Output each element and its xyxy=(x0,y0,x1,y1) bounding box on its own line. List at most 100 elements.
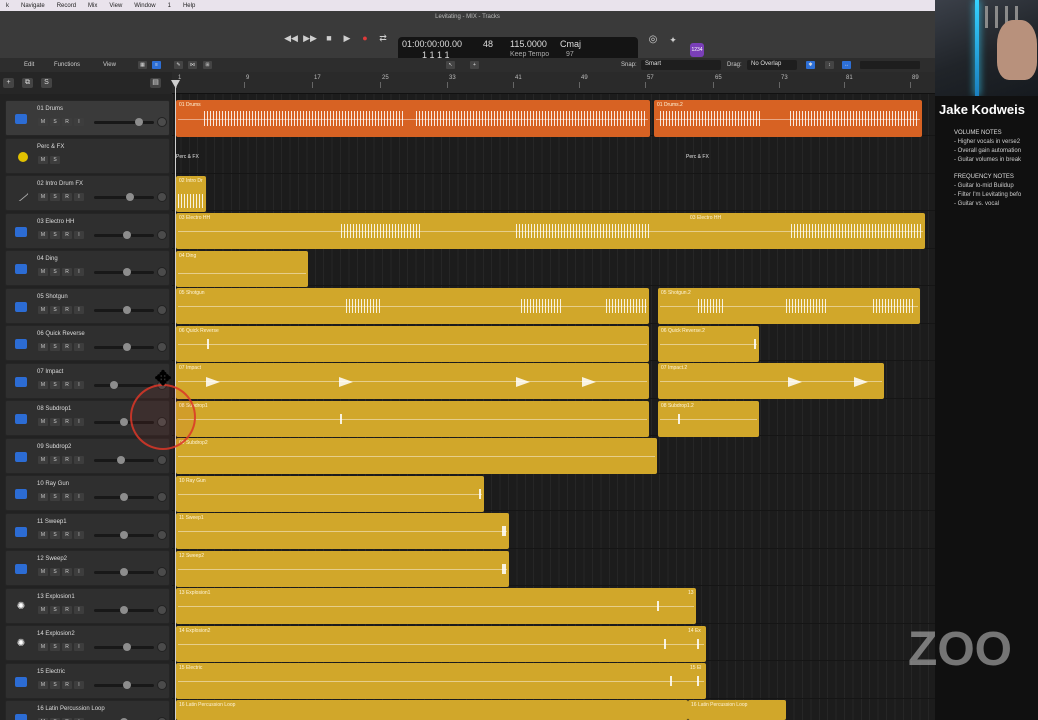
track-name[interactable]: 02 Intro Drum FX xyxy=(37,181,83,187)
solo-button[interactable]: S xyxy=(50,568,60,576)
record-enable-button[interactable]: R xyxy=(62,568,72,576)
fader-knob[interactable] xyxy=(120,418,128,426)
solo-button[interactable]: S xyxy=(50,118,60,126)
mute-button[interactable]: M xyxy=(38,305,48,314)
menu-window[interactable]: Window xyxy=(128,3,161,9)
record-enable-button[interactable]: R xyxy=(62,230,72,239)
track-name[interactable]: 06 Quick Reverse xyxy=(37,331,85,337)
stop-icon[interactable]: ■ xyxy=(322,32,336,44)
input-monitor-button[interactable]: I xyxy=(74,643,84,651)
volume-fader[interactable] xyxy=(94,230,154,239)
global-tracks-s-icon[interactable]: S xyxy=(41,78,52,88)
record-enable-button[interactable]: R xyxy=(62,680,72,689)
record-enable-button[interactable]: R xyxy=(62,605,72,614)
track-header[interactable]: 01 Drums M S R I xyxy=(5,100,170,136)
region-sweep2[interactable]: 12 Sweep2 xyxy=(176,551,509,587)
input-monitor-button[interactable]: I xyxy=(74,493,84,501)
waveform-zoom-icon[interactable]: ↕ xyxy=(825,61,834,69)
fader-knob[interactable] xyxy=(120,493,128,501)
input-monitor-button[interactable]: I xyxy=(74,268,84,276)
input-monitor-button[interactable]: I xyxy=(74,680,84,689)
record-icon[interactable]: ● xyxy=(358,32,372,44)
fader-knob[interactable] xyxy=(120,530,128,539)
volume-fader[interactable] xyxy=(94,193,154,201)
menu-record[interactable]: Record xyxy=(51,3,82,9)
record-enable-button[interactable]: R xyxy=(62,305,72,314)
volume-fader[interactable] xyxy=(94,643,154,651)
mute-button[interactable]: M xyxy=(38,380,48,389)
region-subdrop2[interactable]: 09 Subdrop2 xyxy=(176,438,657,474)
volume-fader[interactable] xyxy=(94,605,154,614)
pan-knob[interactable] xyxy=(157,267,167,277)
solo-button[interactable]: S xyxy=(50,155,60,164)
pan-knob[interactable] xyxy=(157,492,167,502)
mute-button[interactable]: M xyxy=(38,230,48,239)
catch-icon[interactable]: ⊞ xyxy=(203,61,212,69)
volume-fader[interactable] xyxy=(94,493,154,501)
key-signature[interactable]: Cmaj xyxy=(560,39,581,49)
region-electro-hh[interactable]: 03 Electro HH 03 Electro HH xyxy=(176,213,925,249)
track-name[interactable]: 13 Explosion1 xyxy=(37,594,75,600)
track-name[interactable]: 14 Explosion2 xyxy=(37,631,75,637)
mute-button[interactable]: M xyxy=(38,493,48,501)
fader-knob[interactable] xyxy=(122,305,131,314)
track-header[interactable]: Perc & FX M S xyxy=(5,137,170,174)
bar-ruler[interactable]: 1 9 17 25 33 41 49 57 65 73 81 89 xyxy=(172,72,935,94)
track-header[interactable]: 06 Quick Reverse M S R I xyxy=(5,325,170,361)
track-header[interactable]: 04 Ding M S R I xyxy=(5,250,170,286)
rewind-icon[interactable]: ◀◀ xyxy=(284,32,298,44)
horizontal-zoom-icon[interactable]: ↔ xyxy=(842,61,851,69)
input-monitor-button[interactable]: I xyxy=(74,605,84,614)
solo-button[interactable]: S xyxy=(50,230,60,239)
track-name[interactable]: 16 Latin Percussion Loop xyxy=(37,706,105,712)
menu-view[interactable]: View xyxy=(103,3,128,9)
zoom-slider[interactable] xyxy=(860,61,920,69)
solo-button[interactable]: S xyxy=(50,305,60,314)
duplicate-track-icon[interactable]: ⧉ xyxy=(22,78,33,88)
record-enable-button[interactable]: R xyxy=(62,493,72,501)
track-name[interactable]: 03 Electro HH xyxy=(37,219,74,225)
fader-knob[interactable] xyxy=(122,230,131,239)
input-monitor-button[interactable]: I xyxy=(74,530,84,539)
input-monitor-button[interactable]: I xyxy=(74,193,84,201)
record-enable-button[interactable]: R xyxy=(62,343,72,351)
mute-button[interactable]: M xyxy=(38,193,48,201)
record-enable-button[interactable]: R xyxy=(62,380,72,389)
solo-button[interactable]: S xyxy=(50,605,60,614)
solo-button[interactable]: S xyxy=(50,643,60,651)
track-header[interactable]: 10 Ray Gun M S R I xyxy=(5,475,170,511)
track-header[interactable]: 15 Electric M S R I xyxy=(5,662,170,699)
solo-button[interactable]: S xyxy=(50,343,60,351)
metronome-icon[interactable]: ◎ xyxy=(646,34,660,46)
track-options-icon[interactable]: ▤ xyxy=(150,78,161,88)
mute-button[interactable]: M xyxy=(38,530,48,539)
volume-fader[interactable] xyxy=(94,118,154,126)
volume-fader[interactable] xyxy=(94,568,154,576)
menu-navigate[interactable]: Navigate xyxy=(15,3,51,9)
track-name[interactable]: 01 Drums xyxy=(37,106,63,112)
track-name[interactable]: 04 Ding xyxy=(37,256,58,262)
track-name[interactable]: 09 Subdrop2 xyxy=(37,444,71,450)
snap-dropdown[interactable]: Smart xyxy=(641,60,721,70)
region-impact-2[interactable]: 07 Impact.2 xyxy=(658,363,884,399)
pan-knob[interactable] xyxy=(157,117,167,127)
region-subdrop1[interactable]: 08 Subdrop1 xyxy=(176,401,649,437)
flex-icon[interactable]: ⋈ xyxy=(188,61,197,69)
track-header[interactable]: ✺ 13 Explosion1 M S R I xyxy=(5,587,170,624)
fader-knob[interactable] xyxy=(126,193,135,201)
add-track-icon[interactable]: + xyxy=(3,78,14,88)
edit-menu[interactable]: Edit xyxy=(24,62,34,68)
volume-fader[interactable] xyxy=(94,680,154,689)
mute-button[interactable]: M xyxy=(38,155,48,164)
track-header[interactable]: 03 Electro HH M S R I xyxy=(5,212,170,249)
region-subdrop1-2[interactable]: 08 Subdrop1.2 xyxy=(658,401,759,437)
count-in-badge[interactable]: 1234 xyxy=(690,43,704,57)
pointer-tool-icon[interactable]: ↖ xyxy=(446,61,455,69)
play-icon[interactable]: ▶ xyxy=(340,32,354,44)
track-name[interactable]: Perc & FX xyxy=(37,144,64,150)
region-explosion1[interactable]: 13 Explosion1 13 xyxy=(176,588,696,624)
fader-knob[interactable] xyxy=(120,568,128,576)
solo-button[interactable]: S xyxy=(50,455,60,464)
input-monitor-button[interactable]: I xyxy=(74,343,84,351)
menu-1[interactable]: 1 xyxy=(162,3,177,9)
